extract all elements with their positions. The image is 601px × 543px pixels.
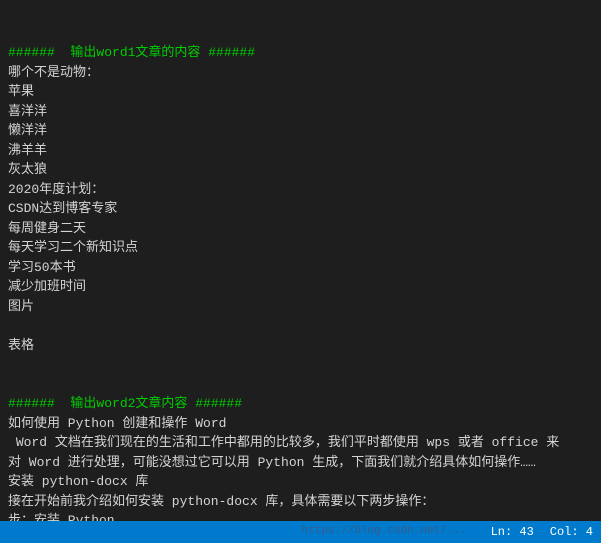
- code-line: ###### 输出word2文章内容 ######: [8, 394, 593, 414]
- code-line: 对 Word 进行处理，可能没想过它可以用 Python 生成，下面我们就介绍具…: [8, 453, 593, 473]
- status-bar: https://blog.csdn.net/... Ln: 43 Col: 4: [0, 521, 601, 543]
- code-line: 每天学习二个新知识点: [8, 238, 593, 258]
- code-line: Word 文档在我们现在的生活和工作中都用的比较多，我们平时都使用 wps 或者…: [8, 433, 593, 453]
- code-line: [8, 375, 593, 395]
- code-line: ###### 输出word1文章的内容 ######: [8, 43, 593, 63]
- code-line: 灰太狼: [8, 160, 593, 180]
- code-line: 哪个不是动物：: [8, 63, 593, 83]
- code-line: 步：安装 Python: [8, 511, 593, 521]
- code-line: 接在开始前我介绍如何安装 python-docx 库，具体需要以下两步操作：: [8, 492, 593, 512]
- code-line: 喜洋洋: [8, 102, 593, 122]
- code-line: 沸羊羊: [8, 141, 593, 161]
- code-line: 苹果: [8, 82, 593, 102]
- col-indicator: Col: 4: [550, 525, 593, 539]
- watermark: https://blog.csdn.net/...: [302, 525, 467, 539]
- editor-area[interactable]: ###### 输出word1文章的内容 ######哪个不是动物：苹果喜洋洋懒洋…: [0, 0, 601, 521]
- code-line: 减少加班时间: [8, 277, 593, 297]
- code-line: 2020年度计划：: [8, 180, 593, 200]
- code-line: 如何使用 Python 创建和操作 Word: [8, 414, 593, 434]
- code-line: 每周健身二天: [8, 219, 593, 239]
- code-line: [8, 355, 593, 375]
- code-line: [8, 316, 593, 336]
- code-line: 学习50本书: [8, 258, 593, 278]
- code-line: 图片: [8, 297, 593, 317]
- code-line: 安装 python-docx 库: [8, 472, 593, 492]
- code-line: CSDN达到博客专家: [8, 199, 593, 219]
- code-line: 懒洋洋: [8, 121, 593, 141]
- code-line: 表格: [8, 336, 593, 356]
- code-content: ###### 输出word1文章的内容 ######哪个不是动物：苹果喜洋洋懒洋…: [8, 4, 593, 521]
- ln-indicator: Ln: 43: [491, 525, 534, 539]
